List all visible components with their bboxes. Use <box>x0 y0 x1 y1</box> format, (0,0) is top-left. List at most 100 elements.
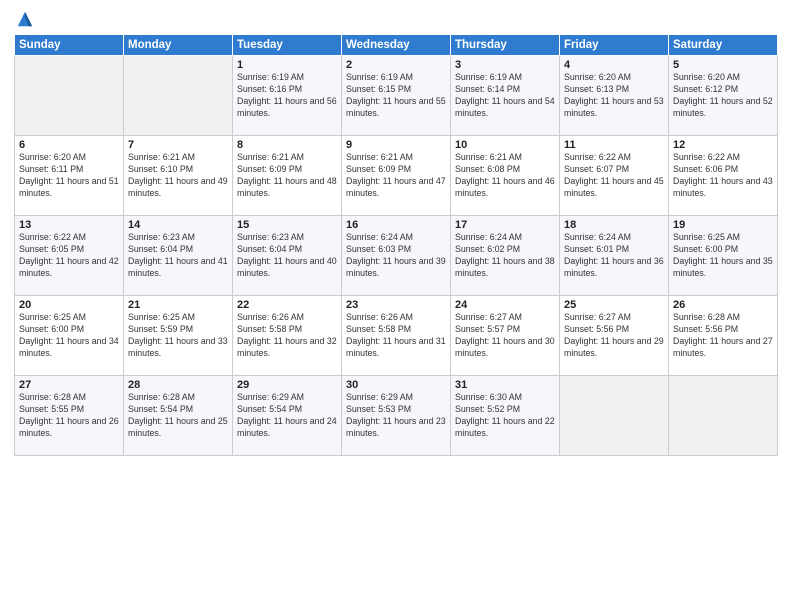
cell-info: Sunrise: 6:20 AM Sunset: 6:11 PM Dayligh… <box>19 152 119 200</box>
calendar-cell: 2Sunrise: 6:19 AM Sunset: 6:15 PM Daylig… <box>342 56 451 136</box>
day-number: 30 <box>346 379 446 391</box>
day-number: 29 <box>237 379 337 391</box>
calendar-cell: 19Sunrise: 6:25 AM Sunset: 6:00 PM Dayli… <box>669 216 778 296</box>
day-number: 7 <box>128 139 228 151</box>
day-number: 5 <box>673 59 773 71</box>
day-number: 24 <box>455 299 555 311</box>
calendar-week-row: 27Sunrise: 6:28 AM Sunset: 5:55 PM Dayli… <box>15 376 778 456</box>
calendar-cell: 21Sunrise: 6:25 AM Sunset: 5:59 PM Dayli… <box>124 296 233 376</box>
day-number: 31 <box>455 379 555 391</box>
weekday-header-sunday: Sunday <box>15 35 124 56</box>
cell-info: Sunrise: 6:22 AM Sunset: 6:06 PM Dayligh… <box>673 152 773 200</box>
day-number: 27 <box>19 379 119 391</box>
day-number: 8 <box>237 139 337 151</box>
weekday-header-thursday: Thursday <box>451 35 560 56</box>
calendar-cell: 4Sunrise: 6:20 AM Sunset: 6:13 PM Daylig… <box>560 56 669 136</box>
calendar-cell <box>669 376 778 456</box>
day-number: 23 <box>346 299 446 311</box>
cell-info: Sunrise: 6:24 AM Sunset: 6:03 PM Dayligh… <box>346 232 446 280</box>
day-number: 1 <box>237 59 337 71</box>
cell-info: Sunrise: 6:28 AM Sunset: 5:55 PM Dayligh… <box>19 392 119 440</box>
weekday-header-tuesday: Tuesday <box>233 35 342 56</box>
cell-info: Sunrise: 6:29 AM Sunset: 5:54 PM Dayligh… <box>237 392 337 440</box>
calendar-cell: 15Sunrise: 6:23 AM Sunset: 6:04 PM Dayli… <box>233 216 342 296</box>
cell-info: Sunrise: 6:25 AM Sunset: 6:00 PM Dayligh… <box>673 232 773 280</box>
day-number: 16 <box>346 219 446 231</box>
cell-info: Sunrise: 6:23 AM Sunset: 6:04 PM Dayligh… <box>237 232 337 280</box>
day-number: 26 <box>673 299 773 311</box>
cell-info: Sunrise: 6:22 AM Sunset: 6:05 PM Dayligh… <box>19 232 119 280</box>
cell-info: Sunrise: 6:19 AM Sunset: 6:16 PM Dayligh… <box>237 72 337 120</box>
calendar-cell: 1Sunrise: 6:19 AM Sunset: 6:16 PM Daylig… <box>233 56 342 136</box>
calendar-cell: 27Sunrise: 6:28 AM Sunset: 5:55 PM Dayli… <box>15 376 124 456</box>
calendar-cell: 11Sunrise: 6:22 AM Sunset: 6:07 PM Dayli… <box>560 136 669 216</box>
cell-info: Sunrise: 6:30 AM Sunset: 5:52 PM Dayligh… <box>455 392 555 440</box>
calendar-cell: 28Sunrise: 6:28 AM Sunset: 5:54 PM Dayli… <box>124 376 233 456</box>
day-number: 17 <box>455 219 555 231</box>
calendar-cell <box>124 56 233 136</box>
calendar-cell: 23Sunrise: 6:26 AM Sunset: 5:58 PM Dayli… <box>342 296 451 376</box>
calendar-cell: 7Sunrise: 6:21 AM Sunset: 6:10 PM Daylig… <box>124 136 233 216</box>
calendar-cell: 25Sunrise: 6:27 AM Sunset: 5:56 PM Dayli… <box>560 296 669 376</box>
cell-info: Sunrise: 6:26 AM Sunset: 5:58 PM Dayligh… <box>237 312 337 360</box>
calendar-cell: 14Sunrise: 6:23 AM Sunset: 6:04 PM Dayli… <box>124 216 233 296</box>
cell-info: Sunrise: 6:24 AM Sunset: 6:02 PM Dayligh… <box>455 232 555 280</box>
cell-info: Sunrise: 6:26 AM Sunset: 5:58 PM Dayligh… <box>346 312 446 360</box>
cell-info: Sunrise: 6:20 AM Sunset: 6:12 PM Dayligh… <box>673 72 773 120</box>
cell-info: Sunrise: 6:21 AM Sunset: 6:09 PM Dayligh… <box>346 152 446 200</box>
day-number: 12 <box>673 139 773 151</box>
day-number: 4 <box>564 59 664 71</box>
weekday-header-row: SundayMondayTuesdayWednesdayThursdayFrid… <box>15 35 778 56</box>
day-number: 2 <box>346 59 446 71</box>
cell-info: Sunrise: 6:28 AM Sunset: 5:54 PM Dayligh… <box>128 392 228 440</box>
day-number: 10 <box>455 139 555 151</box>
cell-info: Sunrise: 6:27 AM Sunset: 5:57 PM Dayligh… <box>455 312 555 360</box>
calendar: SundayMondayTuesdayWednesdayThursdayFrid… <box>14 34 778 456</box>
day-number: 19 <box>673 219 773 231</box>
calendar-cell: 5Sunrise: 6:20 AM Sunset: 6:12 PM Daylig… <box>669 56 778 136</box>
cell-info: Sunrise: 6:25 AM Sunset: 5:59 PM Dayligh… <box>128 312 228 360</box>
day-number: 6 <box>19 139 119 151</box>
calendar-week-row: 6Sunrise: 6:20 AM Sunset: 6:11 PM Daylig… <box>15 136 778 216</box>
weekday-header-saturday: Saturday <box>669 35 778 56</box>
logo <box>14 10 34 28</box>
calendar-cell: 22Sunrise: 6:26 AM Sunset: 5:58 PM Dayli… <box>233 296 342 376</box>
day-number: 3 <box>455 59 555 71</box>
calendar-cell: 30Sunrise: 6:29 AM Sunset: 5:53 PM Dayli… <box>342 376 451 456</box>
day-number: 22 <box>237 299 337 311</box>
calendar-cell: 8Sunrise: 6:21 AM Sunset: 6:09 PM Daylig… <box>233 136 342 216</box>
calendar-week-row: 1Sunrise: 6:19 AM Sunset: 6:16 PM Daylig… <box>15 56 778 136</box>
cell-info: Sunrise: 6:21 AM Sunset: 6:10 PM Dayligh… <box>128 152 228 200</box>
cell-info: Sunrise: 6:19 AM Sunset: 6:15 PM Dayligh… <box>346 72 446 120</box>
calendar-cell <box>15 56 124 136</box>
calendar-cell <box>560 376 669 456</box>
calendar-cell: 20Sunrise: 6:25 AM Sunset: 6:00 PM Dayli… <box>15 296 124 376</box>
day-number: 18 <box>564 219 664 231</box>
calendar-cell: 16Sunrise: 6:24 AM Sunset: 6:03 PM Dayli… <box>342 216 451 296</box>
cell-info: Sunrise: 6:29 AM Sunset: 5:53 PM Dayligh… <box>346 392 446 440</box>
logo-icon <box>16 10 34 28</box>
page: SundayMondayTuesdayWednesdayThursdayFrid… <box>0 0 792 612</box>
cell-info: Sunrise: 6:28 AM Sunset: 5:56 PM Dayligh… <box>673 312 773 360</box>
calendar-week-row: 13Sunrise: 6:22 AM Sunset: 6:05 PM Dayli… <box>15 216 778 296</box>
calendar-cell: 10Sunrise: 6:21 AM Sunset: 6:08 PM Dayli… <box>451 136 560 216</box>
calendar-week-row: 20Sunrise: 6:25 AM Sunset: 6:00 PM Dayli… <box>15 296 778 376</box>
cell-info: Sunrise: 6:19 AM Sunset: 6:14 PM Dayligh… <box>455 72 555 120</box>
day-number: 25 <box>564 299 664 311</box>
cell-info: Sunrise: 6:20 AM Sunset: 6:13 PM Dayligh… <box>564 72 664 120</box>
day-number: 11 <box>564 139 664 151</box>
calendar-cell: 6Sunrise: 6:20 AM Sunset: 6:11 PM Daylig… <box>15 136 124 216</box>
weekday-header-friday: Friday <box>560 35 669 56</box>
calendar-cell: 31Sunrise: 6:30 AM Sunset: 5:52 PM Dayli… <box>451 376 560 456</box>
cell-info: Sunrise: 6:27 AM Sunset: 5:56 PM Dayligh… <box>564 312 664 360</box>
day-number: 14 <box>128 219 228 231</box>
calendar-cell: 9Sunrise: 6:21 AM Sunset: 6:09 PM Daylig… <box>342 136 451 216</box>
day-number: 28 <box>128 379 228 391</box>
cell-info: Sunrise: 6:21 AM Sunset: 6:08 PM Dayligh… <box>455 152 555 200</box>
cell-info: Sunrise: 6:22 AM Sunset: 6:07 PM Dayligh… <box>564 152 664 200</box>
calendar-cell: 18Sunrise: 6:24 AM Sunset: 6:01 PM Dayli… <box>560 216 669 296</box>
calendar-cell: 24Sunrise: 6:27 AM Sunset: 5:57 PM Dayli… <box>451 296 560 376</box>
weekday-header-wednesday: Wednesday <box>342 35 451 56</box>
day-number: 9 <box>346 139 446 151</box>
cell-info: Sunrise: 6:24 AM Sunset: 6:01 PM Dayligh… <box>564 232 664 280</box>
